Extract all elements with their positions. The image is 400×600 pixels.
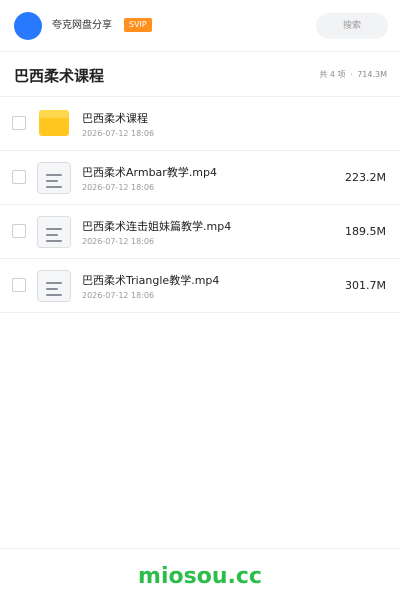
watermark: miosou.cc [138, 564, 262, 589]
item-size: 189.5M [345, 225, 386, 238]
list-item[interactable]: 巴西柔术Triangle教学.mp4 2026-07-12 18:06 301.… [0, 259, 400, 313]
item-date: 2026-07-12 18:06 [82, 129, 155, 138]
avatar[interactable] [14, 12, 42, 40]
item-size: 301.7M [345, 279, 386, 292]
search-button[interactable]: 搜索 [316, 13, 388, 39]
file-icon [37, 216, 71, 248]
app-name: 夸克网盘分享 [52, 20, 112, 31]
select-checkbox[interactable] [12, 116, 26, 130]
file-icon [37, 162, 71, 194]
list-item[interactable]: 巴西柔术连击姐妹篇教学.mp4 2026-07-12 18:06 189.5M [0, 205, 400, 259]
footer: miosou.cc [0, 548, 400, 600]
top-bar: 夸克网盘分享 SVIP 搜索 [0, 0, 400, 52]
file-icon [37, 270, 71, 302]
total-size: 714.3M [357, 70, 387, 79]
svip-badge: SVIP [124, 18, 152, 32]
item-date: 2026-07-12 18:06 [82, 183, 155, 192]
select-checkbox[interactable] [12, 170, 26, 184]
folder-icon [38, 108, 70, 140]
item-name: 巴西柔术Armbar教学.mp4 [82, 166, 218, 179]
item-name: 巴西柔术连击姐妹篇教学.mp4 [82, 220, 232, 233]
item-size: 223.2M [345, 171, 386, 184]
folder-header: 巴西柔术课程 共 4 项 · 714.3M [0, 52, 400, 97]
item-name: 巴西柔术Triangle教学.mp4 [82, 274, 220, 287]
summary-separator: · [350, 70, 353, 79]
item-count: 共 4 项 [319, 70, 346, 79]
page-title: 巴西柔术课程 [14, 67, 105, 85]
select-checkbox[interactable] [12, 278, 26, 292]
file-list: 巴西柔术课程 2026-07-12 18:06 巴西柔术Armbar教学.mp4… [0, 97, 400, 313]
list-item[interactable]: 巴西柔术Armbar教学.mp4 2026-07-12 18:06 223.2M [0, 151, 400, 205]
item-date: 2026-07-12 18:06 [82, 237, 155, 246]
item-name: 巴西柔术课程 [82, 112, 148, 125]
list-item[interactable]: 巴西柔术课程 2026-07-12 18:06 [0, 97, 400, 151]
item-date: 2026-07-12 18:06 [82, 291, 155, 300]
folder-summary: 共 4 项 · 714.3M [319, 69, 387, 81]
select-checkbox[interactable] [12, 224, 26, 238]
